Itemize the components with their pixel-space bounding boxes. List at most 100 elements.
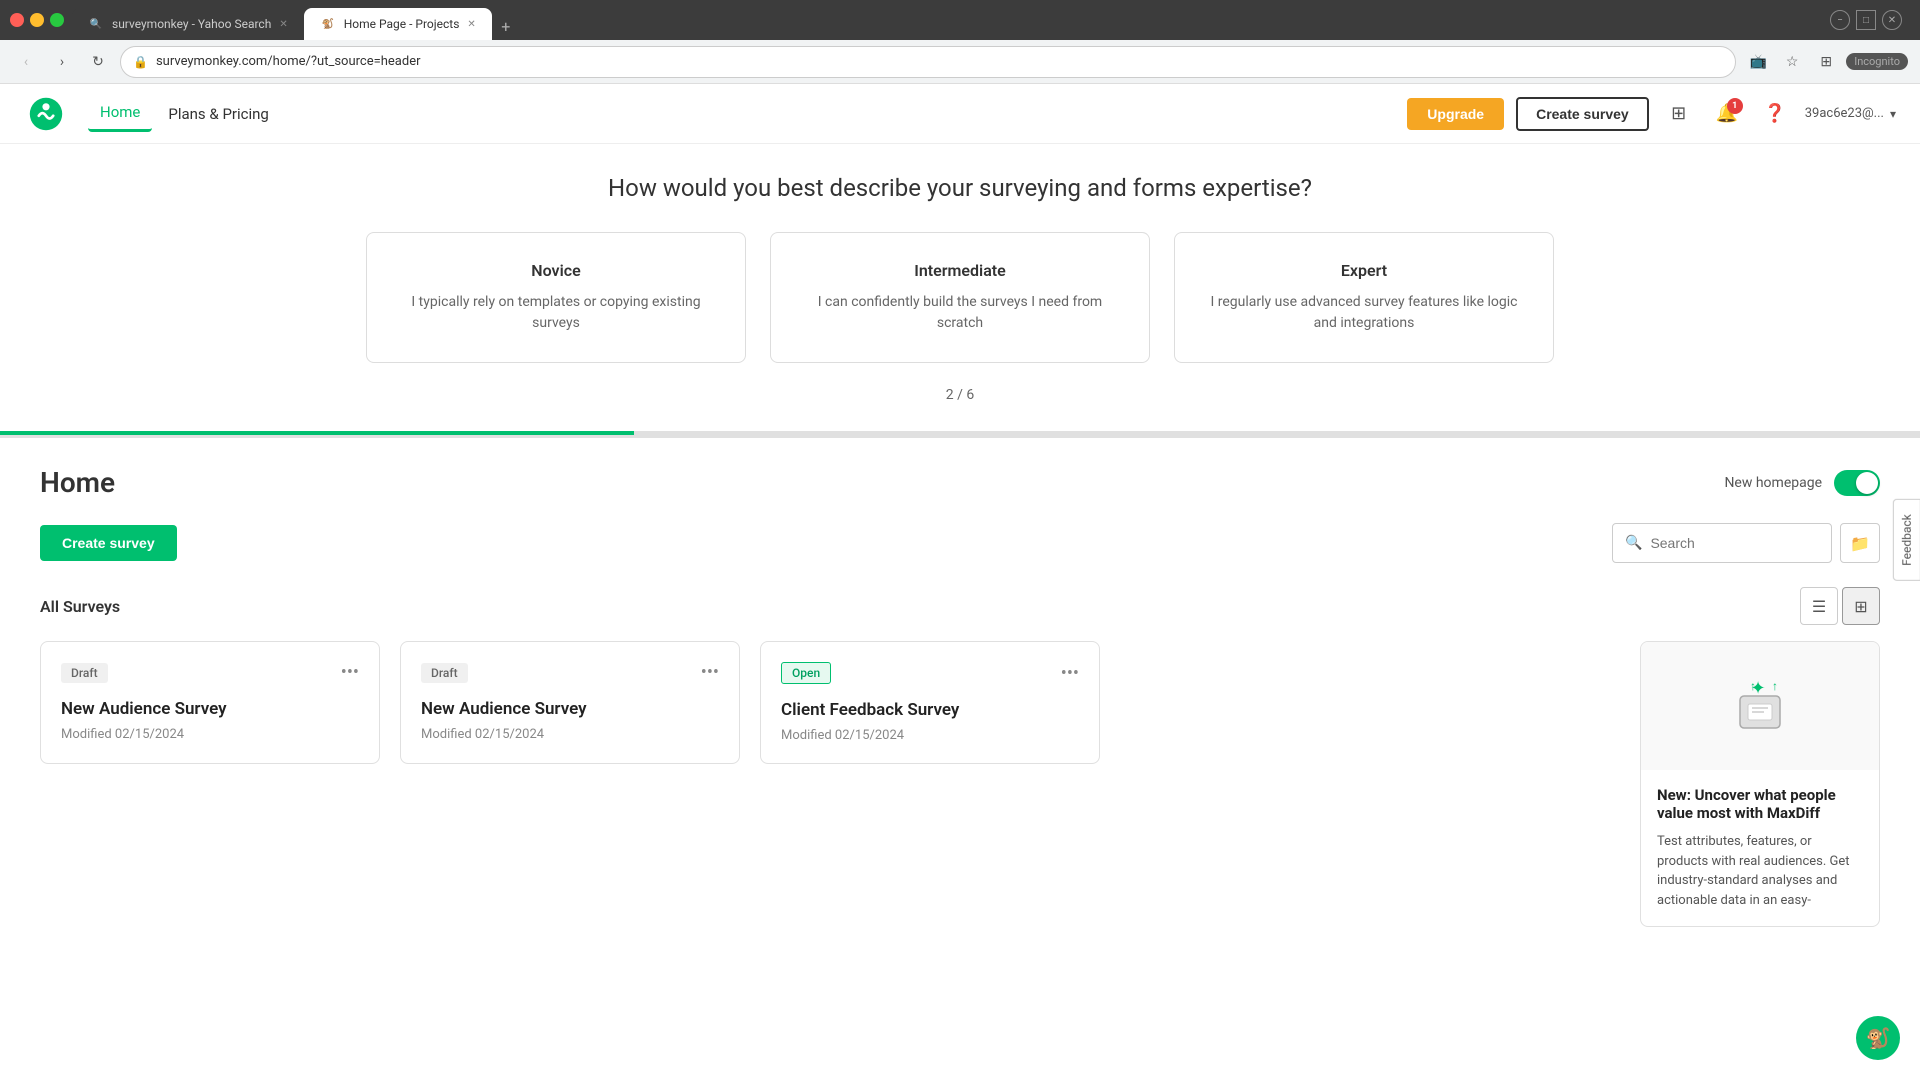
side-panel-body: New: Uncover what people value most with… [1641,770,1879,926]
side-panel-desc: Test attributes, features, or products w… [1657,832,1863,910]
cast-icon[interactable]: 📺 [1744,48,1772,76]
close-btn[interactable]: ✕ [1882,10,1902,30]
notifications-btn[interactable]: 🔔 1 [1709,96,1745,132]
card-2-badge: Draft [421,663,468,683]
new-tab-btn[interactable]: + [492,12,520,40]
home-header: Home New homepage [40,466,1880,499]
all-surveys-title: All Surveys [40,597,120,616]
card-1-menu[interactable]: ••• [341,662,359,683]
incognito-badge: Incognito [1846,53,1908,70]
star-icon[interactable]: ☆ [1778,48,1806,76]
yahoo-tab-close[interactable]: ✕ [279,19,287,30]
home-title: Home [40,466,115,499]
notification-badge: 1 [1727,98,1743,114]
minimize-window-btn[interactable] [30,13,44,27]
help-btn[interactable]: ❓ [1757,96,1793,132]
help-icon: ❓ [1763,103,1785,124]
surveys-area: Draft ••• New Audience Survey Modified 0… [40,641,1620,927]
nav-home[interactable]: Home [88,95,152,132]
expertise-progress: 2 / 6 [80,387,1840,403]
folder-button[interactable]: 📁 [1840,523,1880,563]
survey-card-2[interactable]: Draft ••• New Audience Survey Modified 0… [400,641,740,764]
home-actions: New homepage [1724,470,1880,496]
address-text: surveymonkey.com/home/?ut_source=header [156,54,1723,69]
side-panel: ✦ ↑ ↑ New: Uncover what people value mos… [1640,641,1880,927]
sm-tab-title: Home Page - Projects [344,17,460,31]
new-homepage-toggle[interactable] [1834,470,1880,496]
expertise-title: How would you best describe your surveyi… [80,174,1840,202]
survey-card-1[interactable]: Draft ••• New Audience Survey Modified 0… [40,641,380,764]
create-survey-button[interactable]: Create survey [40,525,177,561]
forward-btn[interactable]: › [48,48,76,76]
feedback-button[interactable]: Feedback [1893,499,1920,581]
list-view-btn[interactable]: ☰ [1800,587,1838,625]
search-input[interactable] [1650,535,1831,551]
restore-btn[interactable]: □ [1856,10,1876,30]
home-section: Home New homepage Create survey 🔍 [0,438,1920,955]
search-icon: 🔍 [1625,535,1642,551]
expertise-content: How would you best describe your surveyi… [0,144,1920,431]
card-3-badge: Open [781,662,831,684]
app-content: Home Plans & Pricing Upgrade Create surv… [0,84,1920,955]
card-1-modified: Modified 02/15/2024 [61,727,359,742]
user-email: 39ac6e23@... [1805,106,1884,121]
sidebar-icon[interactable]: ⊞ [1812,48,1840,76]
back-btn[interactable]: ‹ [12,48,40,76]
address-bar[interactable]: 🔒 surveymonkey.com/home/?ut_source=heade… [120,46,1736,78]
toggle-knob [1856,472,1878,494]
expertise-expert-desc: I regularly use advanced survey features… [1199,292,1529,334]
minimize-btn[interactable]: − [1830,10,1850,30]
nav-plans[interactable]: Plans & Pricing [156,97,280,131]
card-3-menu[interactable]: ••• [1061,663,1079,684]
side-panel-title: New: Uncover what people value most with… [1657,786,1863,822]
logo[interactable] [24,92,68,136]
card-2-menu[interactable]: ••• [701,662,719,683]
sm-favicon: 🐒 [320,16,336,32]
expertise-intermediate-title: Intermediate [795,261,1125,280]
expertise-cards: Novice I typically rely on templates or … [80,232,1840,363]
survey-card-3[interactable]: Open ••• Client Feedback Survey Modified… [760,641,1100,764]
list-icon: ☰ [1812,597,1826,616]
maximize-window-btn[interactable] [50,13,64,27]
expertise-card-novice[interactable]: Novice I typically rely on templates or … [366,232,746,363]
close-window-btn[interactable] [10,13,24,27]
chat-button[interactable]: 🐒 [1856,1016,1900,1060]
sm-tab-close[interactable]: ✕ [467,19,475,30]
browser-tab-yahoo[interactable]: 🔍 surveymonkey - Yahoo Search ✕ [72,8,304,40]
side-panel-image: ✦ ↑ ↑ [1641,642,1879,770]
svg-text:↑: ↑ [1772,679,1778,693]
card-2-header: Draft ••• [421,662,719,683]
progress-bar-fill [0,431,634,435]
home-toolbar: Create survey 🔍 📁 [40,523,1880,563]
search-folder: 🔍 📁 [1612,523,1880,563]
apps-icon-btn[interactable]: ⊞ [1661,96,1697,132]
new-homepage-label: New homepage [1724,475,1822,491]
expertise-card-expert[interactable]: Expert I regularly use advanced survey f… [1174,232,1554,363]
chat-icon: 🐒 [1866,1026,1891,1050]
toolbar-icons: 📺 ☆ ⊞ Incognito [1744,48,1908,76]
top-nav: Home Plans & Pricing Upgrade Create surv… [0,84,1920,144]
create-survey-nav-button[interactable]: Create survey [1516,97,1649,131]
user-menu[interactable]: 39ac6e23@... ▾ [1805,106,1896,121]
yahoo-favicon: 🔍 [88,16,104,32]
browser-tab-surveymonkey[interactable]: 🐒 Home Page - Projects ✕ [304,8,492,40]
expertise-intermediate-desc: I can confidently build the surveys I ne… [795,292,1125,334]
search-box[interactable]: 🔍 [1612,523,1832,563]
expertise-novice-title: Novice [391,261,721,280]
expertise-overlay: How would you best describe your surveyi… [0,144,1920,438]
progress-bar-container [0,431,1920,435]
card-1-header: Draft ••• [61,662,359,683]
upgrade-button[interactable]: Upgrade [1407,98,1504,130]
user-arrow: ▾ [1890,107,1896,121]
browser-toolbar: ‹ › ↻ 🔒 surveymonkey.com/home/?ut_source… [0,40,1920,84]
card-2-modified: Modified 02/15/2024 [421,727,719,742]
expertise-card-intermediate[interactable]: Intermediate I can confidently build the… [770,232,1150,363]
grid-icon: ⊞ [1854,597,1867,616]
card-3-modified: Modified 02/15/2024 [781,728,1079,743]
card-2-title: New Audience Survey [421,699,719,719]
grid-view-btn[interactable]: ⊞ [1842,587,1880,625]
nav-right: Upgrade Create survey ⊞ 🔔 1 ❓ 39ac6e23@.… [1407,96,1896,132]
survey-cards: Draft ••• New Audience Survey Modified 0… [40,641,1620,764]
refresh-btn[interactable]: ↻ [84,48,112,76]
expertise-novice-desc: I typically rely on templates or copying… [391,292,721,334]
